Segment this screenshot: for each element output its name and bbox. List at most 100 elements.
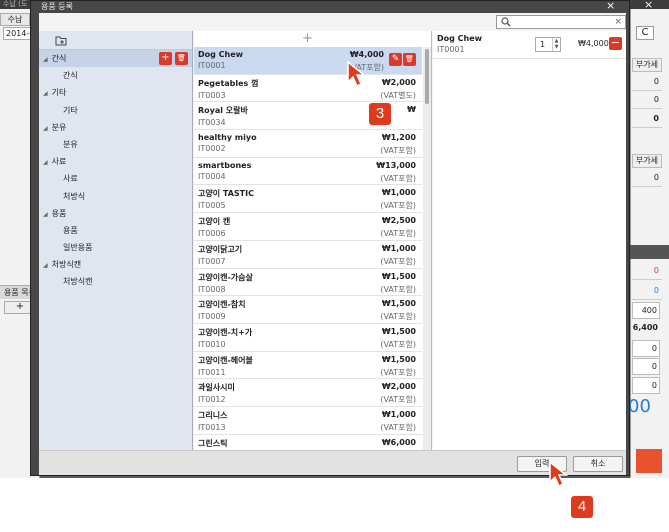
add-category-button[interactable]: +: [159, 52, 172, 65]
quantity-value: 1: [540, 40, 546, 49]
product-row[interactable]: 고양이캔-참치 IT0009 ₩1,500 (VAT포함): [194, 296, 422, 324]
category-item[interactable]: 사료: [39, 170, 192, 187]
category-item[interactable]: 처방식: [39, 188, 192, 205]
category-label: 분유: [51, 122, 67, 132]
product-vat: (VAT포함): [380, 339, 416, 349]
product-vat: (VAT포함): [380, 312, 416, 322]
category-item[interactable]: 용품: [39, 222, 192, 239]
selected-items-panel: Dog Chew IT0001 1 ▲ ▼ ₩4,000−: [433, 31, 626, 450]
value-cell: 0: [632, 73, 662, 91]
background-close-icon[interactable]: ×: [644, 0, 653, 10]
category-item[interactable]: 기타: [39, 102, 192, 119]
product-row[interactable]: Dog Chew IT0001 ₩4,000 (VAT포함) ✎ 🗑: [194, 47, 422, 75]
step-badge: 4: [571, 496, 593, 518]
product-row[interactable]: 고양이 캔 IT0006 ₩2,500 (VAT포함): [194, 213, 422, 241]
product-row[interactable]: 그린스틱 ₩6,000: [194, 435, 422, 450]
product-row[interactable]: 고양이캔-치+가 IT0010 ₩1,500 (VAT포함): [194, 324, 422, 352]
category-label: 사료: [63, 174, 78, 184]
product-scrollbar[interactable]: [423, 47, 431, 450]
vat-label: 부가세: [632, 154, 662, 168]
value-cell: 0: [632, 169, 662, 187]
delete-product-button[interactable]: 🗑: [403, 53, 416, 66]
cursor-arrow-icon: [549, 460, 569, 488]
product-vat: (VAT포함): [380, 256, 416, 266]
product-row[interactable]: 고양이 TASTIC IT0005 ₩1,000 (VAT포함): [194, 185, 422, 214]
spinner-arrows-icon[interactable]: ▲ ▼: [552, 38, 560, 51]
delete-category-button[interactable]: 🗑: [175, 52, 188, 65]
cursor-arrow-icon: [347, 60, 367, 88]
product-row[interactable]: 고양이닭고기 IT0007 ₩1,000 (VAT포함): [194, 241, 422, 269]
value-cell: 0: [632, 262, 662, 280]
expand-arrow-icon[interactable]: ◢: [43, 56, 48, 63]
product-row[interactable]: smartbones IT0004 ₩13,000 (VAT포함): [194, 158, 422, 186]
product-row[interactable]: 과일사시미 IT0012 ₩2,000 (VAT포함): [194, 379, 422, 407]
value-box[interactable]: 0: [632, 340, 660, 357]
product-price: ₩1,500: [381, 299, 416, 309]
scrollbar-thumb[interactable]: [425, 49, 429, 104]
quantity-stepper[interactable]: 1 ▲ ▼: [535, 37, 561, 52]
product-price: ₩4,000: [349, 50, 384, 59]
search-icon: [501, 17, 511, 27]
value-box[interactable]: 0: [632, 377, 660, 394]
product-row[interactable]: 고양이캔-헤어볼 IT0011 ₩1,500 (VAT포함): [194, 352, 422, 380]
expand-arrow-icon[interactable]: ◢: [43, 211, 48, 218]
add-folder-icon[interactable]: [55, 35, 67, 46]
search-input[interactable]: ×: [496, 15, 626, 29]
add-product-button[interactable]: +: [194, 31, 431, 47]
category-label: 분유: [63, 139, 78, 149]
product-row[interactable]: 고양이캔-가슴살 IT0008 ₩1,500 (VAT포함): [194, 269, 422, 297]
value-cell: 0: [632, 282, 662, 300]
category-item[interactable]: ◢ 간식 + 🗑: [39, 50, 192, 68]
category-item[interactable]: 처방식캔: [39, 273, 192, 290]
category-label: 일반용품: [63, 243, 93, 253]
submit-button[interactable]: [636, 449, 662, 473]
product-price: ₩2,000: [381, 382, 416, 392]
cancel-button[interactable]: 취소: [573, 456, 623, 472]
expand-arrow-icon[interactable]: ◢: [43, 90, 48, 97]
close-icon[interactable]: ×: [606, 0, 615, 12]
product-vat: (VAT포함): [380, 173, 416, 183]
product-vat: (VAT별도): [380, 90, 416, 100]
category-item[interactable]: 분유: [39, 136, 192, 153]
refresh-icon[interactable]: C: [636, 26, 654, 40]
clear-search-icon[interactable]: ×: [614, 16, 622, 28]
product-price: ₩2,000: [381, 77, 416, 87]
remove-item-button[interactable]: −: [609, 37, 622, 50]
category-label: 처방식캔: [51, 260, 82, 270]
category-header: [39, 31, 192, 50]
expand-arrow-icon[interactable]: ◢: [43, 125, 48, 132]
product-vat: (VAT포함): [380, 284, 416, 294]
category-item[interactable]: 일반용품: [39, 239, 192, 256]
product-price: ₩1,500: [381, 354, 416, 364]
category-item[interactable]: ◢ 분유: [39, 119, 192, 136]
category-item[interactable]: ◢ 기타: [39, 84, 192, 101]
category-item[interactable]: ◢ 처방식캔: [39, 256, 192, 273]
product-row[interactable]: Pegetables 껌 IT0003 ₩2,000 (VAT별도): [194, 75, 422, 103]
expand-arrow-icon[interactable]: ◢: [43, 262, 48, 269]
product-vat: (VAT포함): [380, 229, 416, 239]
category-label: 용품: [63, 225, 78, 235]
tab-payment[interactable]: 수납: [0, 13, 30, 26]
value-cell: 0: [632, 110, 662, 128]
product-list-panel: + Dog Chew IT0001 ₩4,000 (VAT포함) ✎ 🗑 Pegetable…: [194, 31, 432, 450]
category-item[interactable]: ◢ 용품: [39, 205, 192, 222]
selected-item-price: ₩4,000: [578, 39, 609, 48]
product-name: Dog Chew: [198, 50, 244, 59]
value-box[interactable]: 0: [632, 358, 660, 375]
category-tree: ◢ 간식 + 🗑 간식 ◢ 기타 기타 ◢ 분유 분유 ◢ 사료 사료 처방식 ◢ 용품 용품 일반용품 ◢ 처방식캔 처…: [39, 31, 193, 450]
dialog-body: × ◢ 간식 + 🗑 간식 ◢ 기타 기타 ◢ 분유 분유 ◢ 사료 사료 처방식 ◢ 용품 용품 일반용품 ◢ 처방식…: [39, 13, 626, 450]
category-item[interactable]: 간식: [39, 67, 192, 84]
product-actions: ✎ 🗑: [388, 53, 416, 66]
vat-label: 부가세: [632, 58, 662, 72]
dialog-footer: 입력 취소: [39, 450, 626, 475]
value-box[interactable]: 400: [632, 302, 660, 319]
category-label: 간식: [63, 71, 78, 81]
product-row[interactable]: healthy miyo IT0002 ₩1,200 (VAT포함): [194, 130, 422, 158]
product-vat: (VAT포함): [380, 201, 416, 211]
edit-product-button[interactable]: ✎: [389, 53, 402, 66]
product-price: ₩1,000: [381, 243, 416, 253]
expand-arrow-icon[interactable]: ◢: [43, 159, 48, 166]
product-row[interactable]: 그리니스 IT0013 ₩1,000 (VAT포함): [194, 407, 422, 435]
category-item[interactable]: ◢ 사료: [39, 153, 192, 170]
category-list: ◢ 간식 + 🗑 간식 ◢ 기타 기타 ◢ 분유 분유 ◢ 사료 사료 처방식 ◢ 용품 용품 일반용품 ◢ 처방식캔 처…: [39, 50, 192, 291]
